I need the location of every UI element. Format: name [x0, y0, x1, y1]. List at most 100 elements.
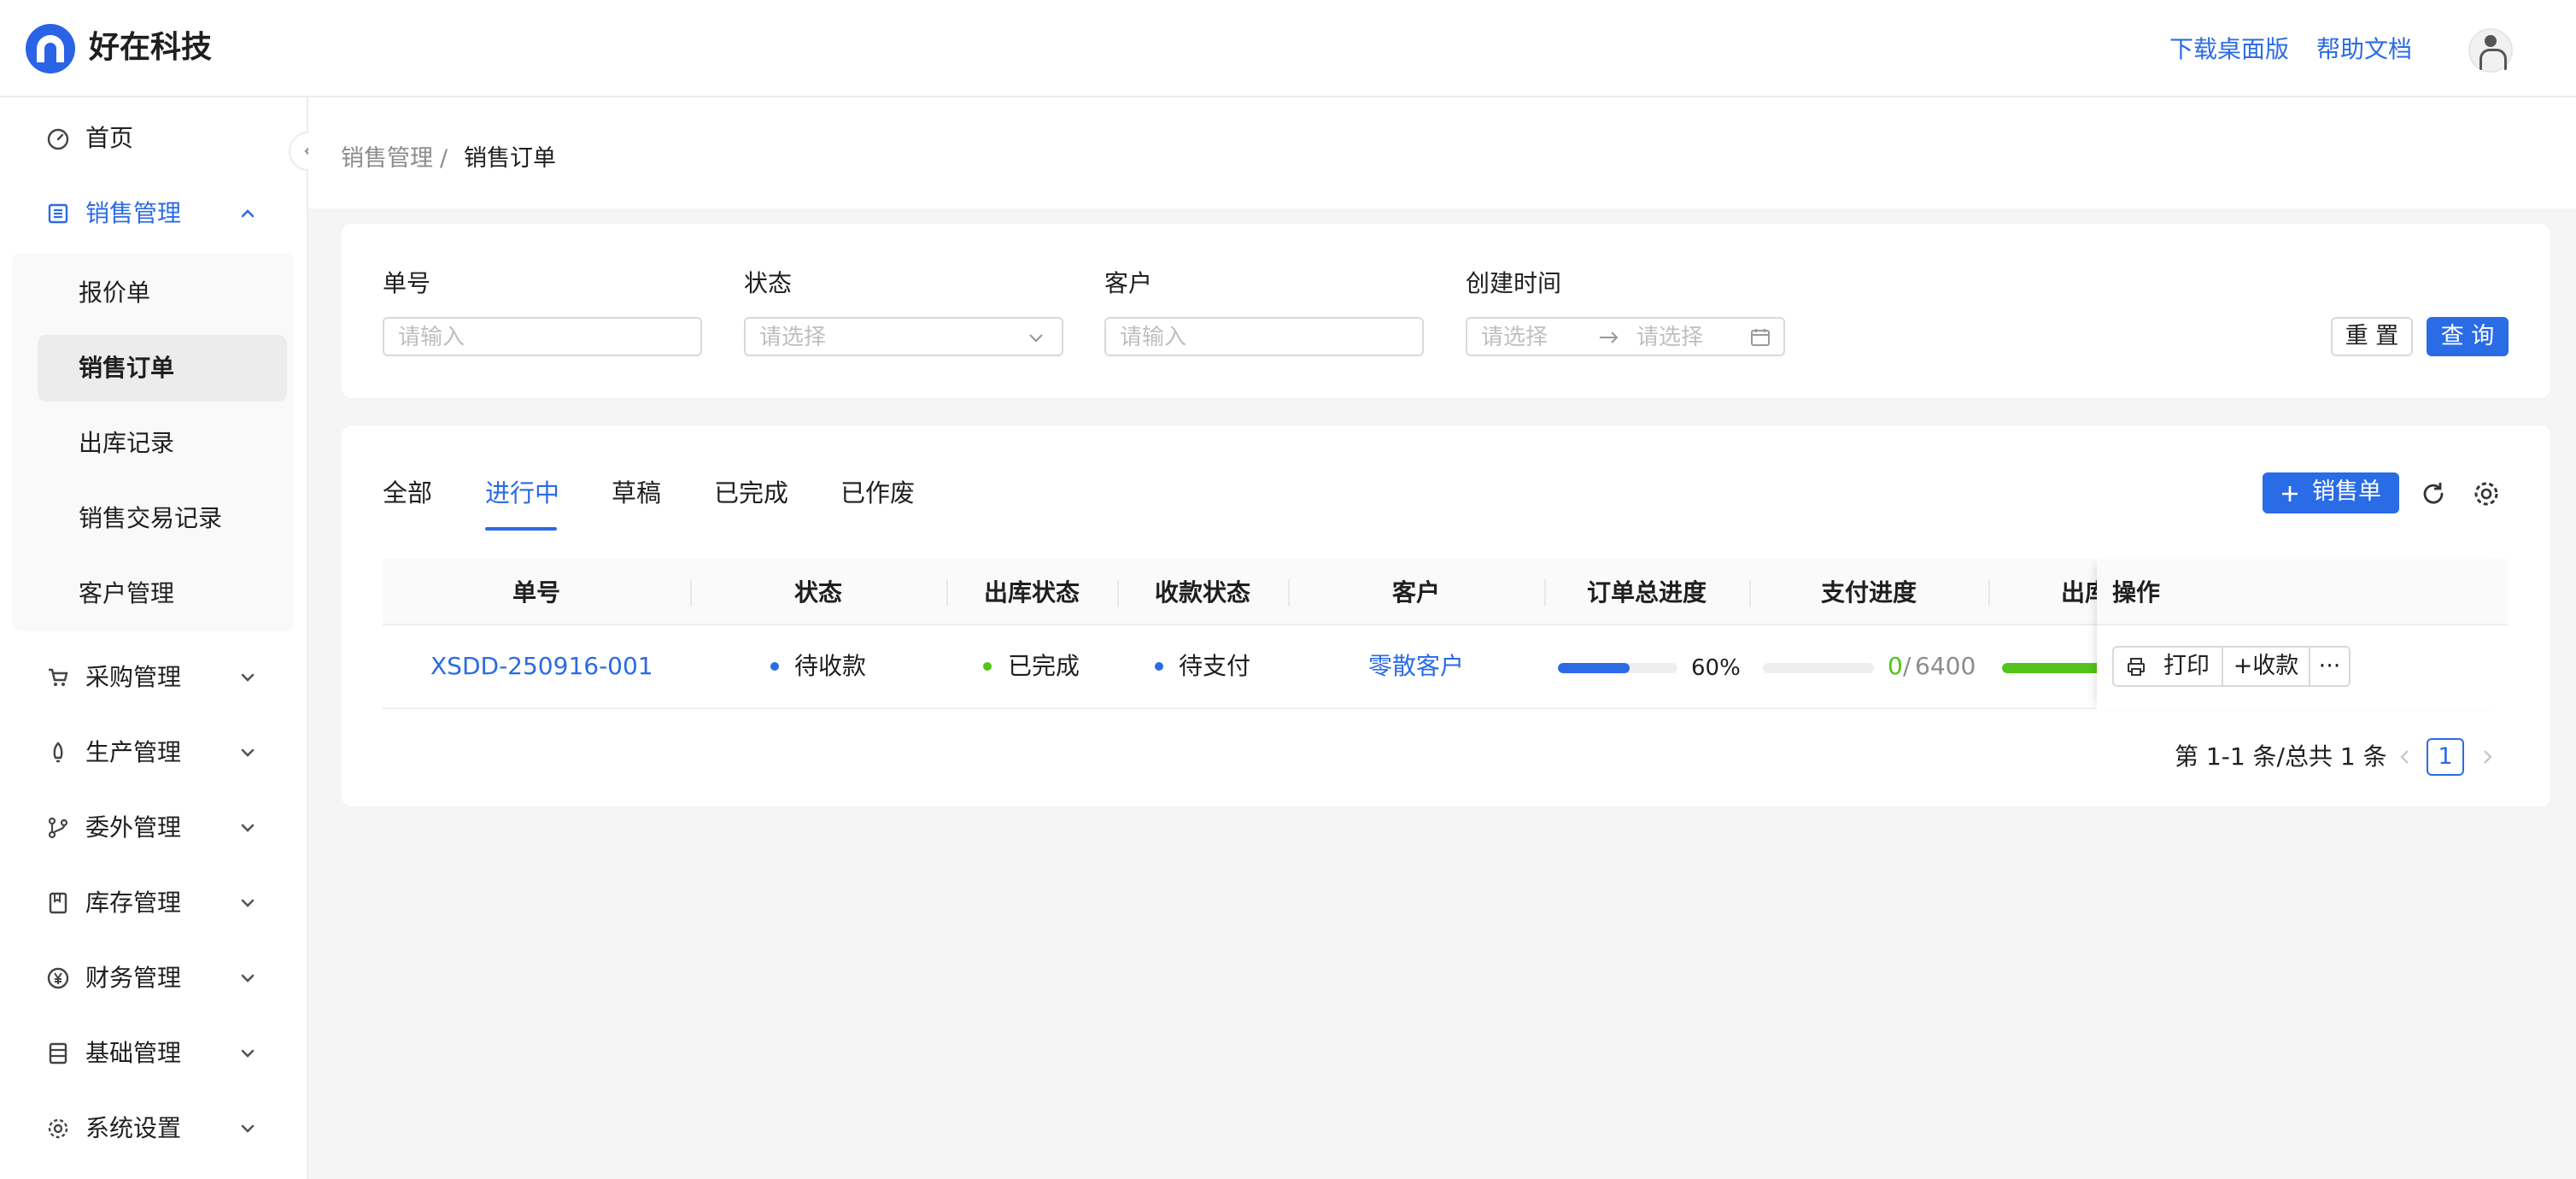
sidebar-item-label: 销售管理 [85, 199, 182, 227]
chevron-down-icon [241, 1049, 255, 1058]
add-sales-order-button[interactable]: 销售单 [2263, 472, 2399, 513]
chevron-down-icon [1029, 334, 1043, 343]
more-actions-button[interactable]: ··· [2310, 648, 2349, 685]
sidebar-item-outsourcing[interactable]: 委外管理 [0, 794, 307, 862]
arrow-right-icon [1600, 331, 1619, 343]
prev-page-icon[interactable] [2393, 745, 2417, 769]
column-header-order-progress: 订单总进度 [1586, 578, 1707, 607]
book-icon [49, 892, 67, 914]
created-time-range-picker[interactable]: 请选择 请选择 [1466, 317, 1785, 356]
breadcrumb-separator: / [440, 145, 448, 172]
sales-submenu: 报价单 销售订单 出库记录 销售交易记录 客户管理 [12, 253, 294, 631]
submenu-item-sales-transactions[interactable]: 销售交易记录 [12, 485, 261, 552]
tab-in-progress[interactable]: 进行中 [485, 475, 559, 511]
breadcrumb-sales-management[interactable]: 销售管理 [341, 142, 433, 176]
submenu-item-quotes[interactable]: 报价单 [12, 260, 261, 326]
document-list-icon [48, 203, 68, 224]
reset-button[interactable]: 重 置 [2331, 317, 2413, 356]
order-no-link[interactable]: XSDD-250916-001 [430, 649, 653, 683]
status-dot [770, 662, 779, 671]
order-progress-text: 60% [1691, 655, 1741, 681]
customer-input[interactable]: 请输入 [1104, 317, 1424, 356]
rocket-icon [53, 742, 63, 763]
column-settings-gear-icon[interactable] [2472, 479, 2501, 508]
database-icon [49, 1042, 67, 1065]
submenu-item-outbound-records[interactable]: 出库记录 [12, 410, 261, 477]
column-header-order-no: 单号 [512, 578, 560, 607]
page-number-current[interactable]: 1 [2427, 738, 2464, 776]
sidebar-item-settings[interactable]: 系统设置 [0, 1094, 307, 1163]
payment-progress-bar [1763, 663, 1874, 673]
column-header-customer: 客户 [1391, 578, 1440, 607]
status-badge: 待收款 [794, 652, 867, 680]
end-date-input[interactable]: 请选择 [1636, 322, 1703, 353]
chevron-down-icon [241, 748, 255, 757]
order-no-input[interactable]: 请输入 [383, 317, 702, 356]
column-header-outbound-status: 出库状态 [983, 578, 1080, 607]
sidebar-item-inventory[interactable]: 库存管理 [0, 869, 307, 937]
download-desktop-link[interactable]: 下载桌面版 [2169, 32, 2289, 67]
payment-separator: / [1903, 652, 1912, 680]
status-select[interactable]: 请选择 [744, 317, 1063, 356]
chevron-down-icon [241, 824, 255, 832]
sidebar-item-label: 财务管理 [85, 964, 182, 992]
sidebar-item-production[interactable]: 生产管理 [0, 719, 307, 787]
yen-icon [47, 967, 69, 989]
top-header: 好在科技 下载桌面版 帮助文档 [0, 0, 2576, 97]
branch-icon [48, 817, 68, 839]
print-button[interactable]: 打印 [2114, 648, 2223, 685]
tab-completed[interactable]: 已完成 [714, 475, 788, 511]
sidebar-item-finance[interactable]: 财务管理 [0, 944, 307, 1012]
sidebar-item-label: 基础管理 [85, 1039, 182, 1067]
payment-total: 6400 [1915, 652, 1976, 680]
column-header-status: 状态 [793, 578, 842, 607]
tab-all[interactable]: 全部 [383, 475, 432, 511]
tab-voided[interactable]: 已作废 [840, 475, 915, 511]
customer-label: 客户 [1104, 269, 1153, 297]
printer-icon [2128, 658, 2145, 676]
breadcrumb: 销售管理 / 销售订单 [308, 97, 2576, 208]
tab-draft[interactable]: 草稿 [612, 475, 661, 511]
active-tab-indicator [485, 527, 557, 531]
operations-column: 操作 打印 +收款 ··· [2097, 559, 2508, 709]
sidebar-item-label: 库存管理 [85, 889, 182, 917]
row-actions-group: 打印 +收款 ··· [2112, 646, 2351, 687]
start-date-input[interactable]: 请选择 [1481, 322, 1548, 353]
brand-name: 好在科技 [89, 30, 213, 65]
pagination-summary: 第 1-1 条/总共 1 条 [2175, 742, 2387, 771]
column-header-payment-progress: 支付进度 [1820, 578, 1917, 607]
status-label: 状态 [744, 269, 793, 297]
filter-card [342, 224, 2550, 398]
dashboard-icon [47, 128, 69, 150]
chevron-down-icon [241, 673, 255, 682]
customer-link[interactable]: 零散客户 [1368, 649, 1464, 683]
sidebar-item-label: 生产管理 [85, 738, 182, 766]
next-page-icon[interactable] [2475, 745, 2499, 769]
sidebar-item-purchasing[interactable]: 采购管理 [0, 643, 307, 712]
sidebar-item-label: 采购管理 [85, 663, 182, 691]
breadcrumb-current: 销售订单 [464, 145, 556, 172]
refresh-icon[interactable] [2419, 479, 2448, 508]
chevron-down-icon [241, 974, 255, 982]
chevron-down-icon [241, 899, 255, 907]
payment-status-dot [1155, 662, 1163, 671]
cart-icon [49, 668, 68, 686]
sidebar-item-home[interactable]: 首页 [0, 104, 307, 173]
outbound-progress-bar [2002, 663, 2105, 673]
query-button[interactable]: 查 询 [2427, 317, 2509, 356]
sidebar-item-label: 系统设置 [85, 1114, 182, 1142]
order-progress-bar [1558, 663, 1677, 673]
sidebar-item-sales[interactable]: 销售管理 [0, 179, 307, 248]
user-avatar[interactable] [2468, 28, 2513, 73]
gear-icon [48, 1118, 68, 1139]
calendar-icon [1751, 329, 1770, 346]
sidebar-item-label: 首页 [85, 124, 134, 152]
collect-payment-button[interactable]: +收款 [2223, 648, 2310, 685]
created-time-label: 创建时间 [1466, 269, 1562, 297]
submenu-item-sales-orders[interactable]: 销售订单 [38, 335, 287, 402]
help-docs-link[interactable]: 帮助文档 [2316, 32, 2412, 67]
sidebar-item-basics[interactable]: 基础管理 [0, 1019, 307, 1088]
outbound-status-badge: 已完成 [1008, 652, 1080, 680]
submenu-item-customers[interactable]: 客户管理 [12, 560, 261, 627]
plus-icon [2282, 486, 2298, 502]
